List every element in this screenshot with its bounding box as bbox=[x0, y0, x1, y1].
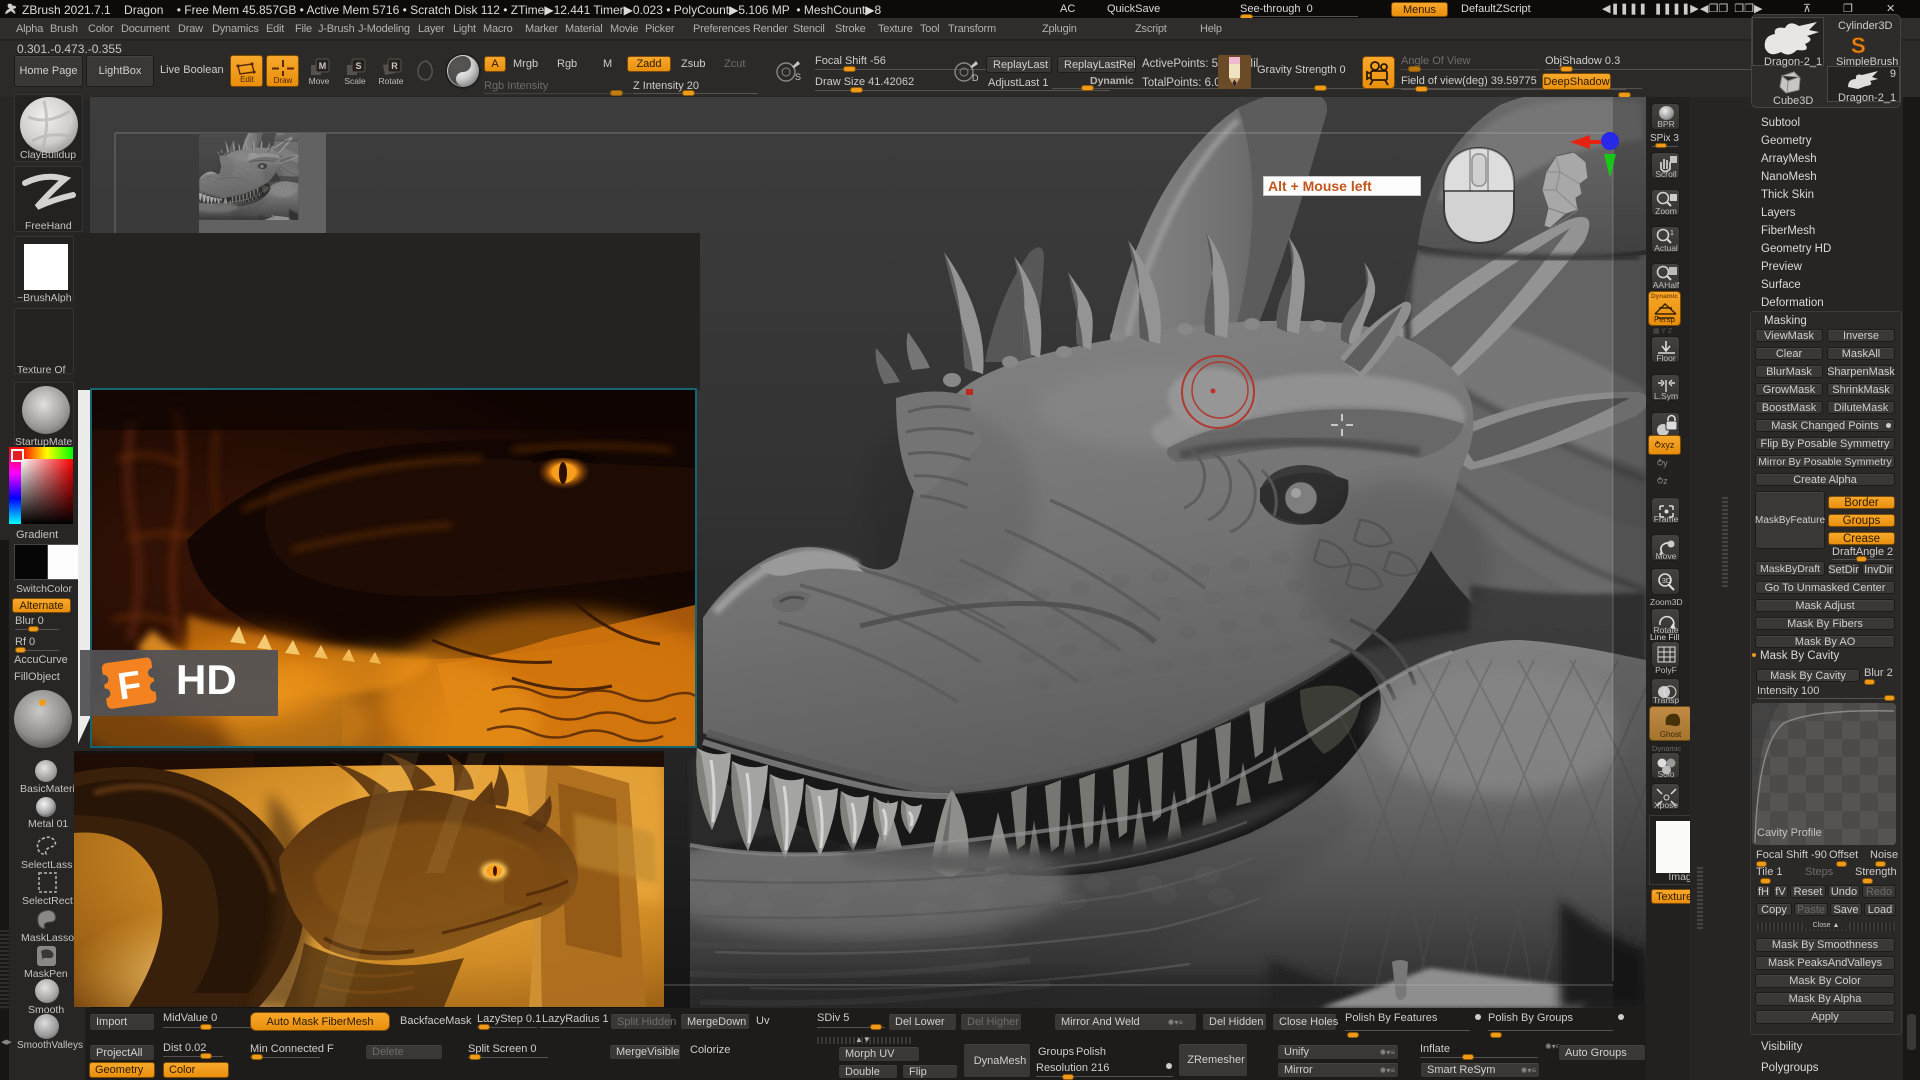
svg-text:S: S bbox=[1851, 33, 1866, 58]
svg-text:Scale: Scale bbox=[344, 76, 366, 85]
svg-text:1: 1 bbox=[1670, 230, 1674, 237]
svg-text:M: M bbox=[319, 61, 327, 71]
svg-text:S: S bbox=[355, 61, 361, 71]
svg-text:D: D bbox=[972, 73, 979, 83]
svg-text:3D: 3D bbox=[1662, 578, 1671, 585]
svg-text:Move: Move bbox=[309, 76, 330, 85]
svg-text:Rotate: Rotate bbox=[378, 76, 403, 85]
svg-text:Edit: Edit bbox=[240, 75, 255, 84]
svg-text:R: R bbox=[391, 61, 398, 71]
svg-text:S: S bbox=[795, 72, 801, 82]
svg-text:Draw: Draw bbox=[273, 76, 292, 84]
